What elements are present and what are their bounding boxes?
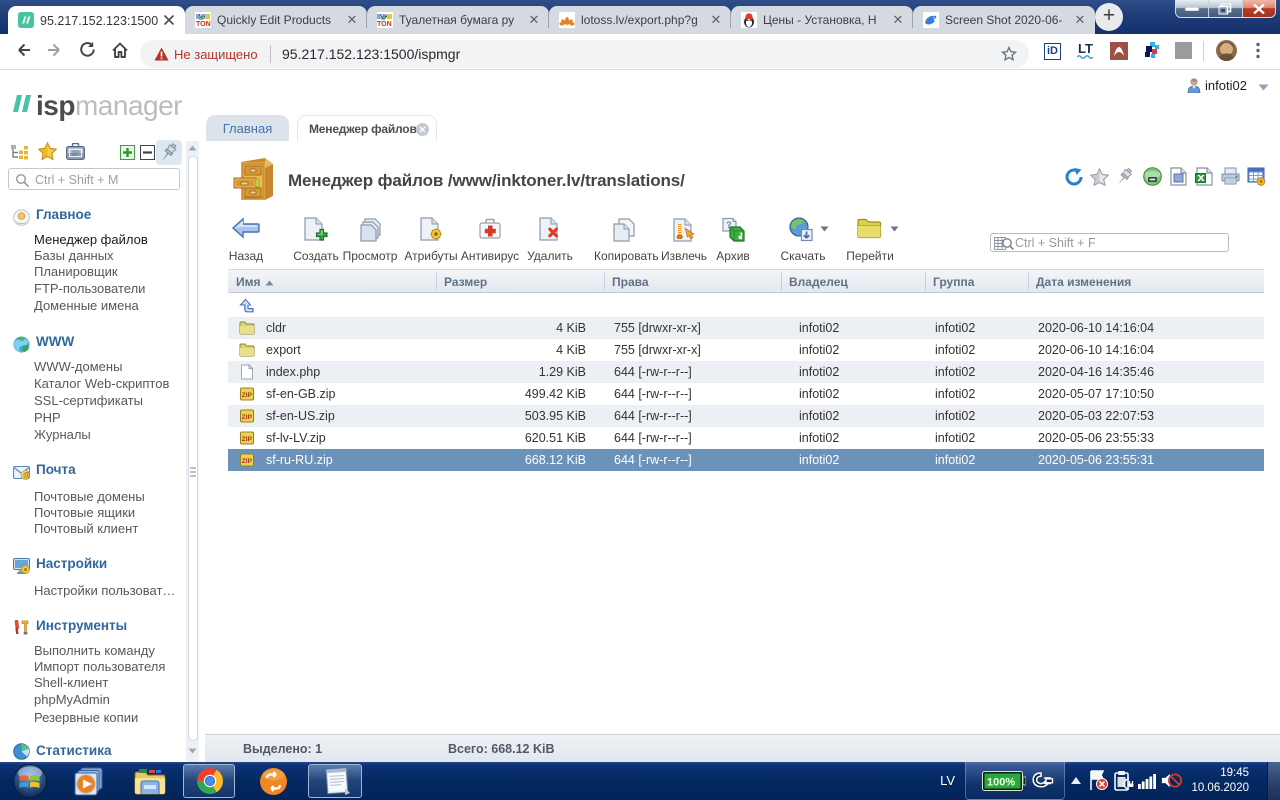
svg-text:@: @ <box>23 472 30 479</box>
svg-text:TON: TON <box>196 21 211 28</box>
svg-text:TON: TON <box>377 21 392 28</box>
svg-text:ZIP: ZIP <box>242 458 253 465</box>
svg-text:ZIP: ZIP <box>242 436 253 443</box>
svg-text:ZIP: ZIP <box>242 414 253 421</box>
svg-text:100%: 100% <box>987 777 1015 789</box>
svg-text:ZIP: ZIP <box>242 392 253 399</box>
